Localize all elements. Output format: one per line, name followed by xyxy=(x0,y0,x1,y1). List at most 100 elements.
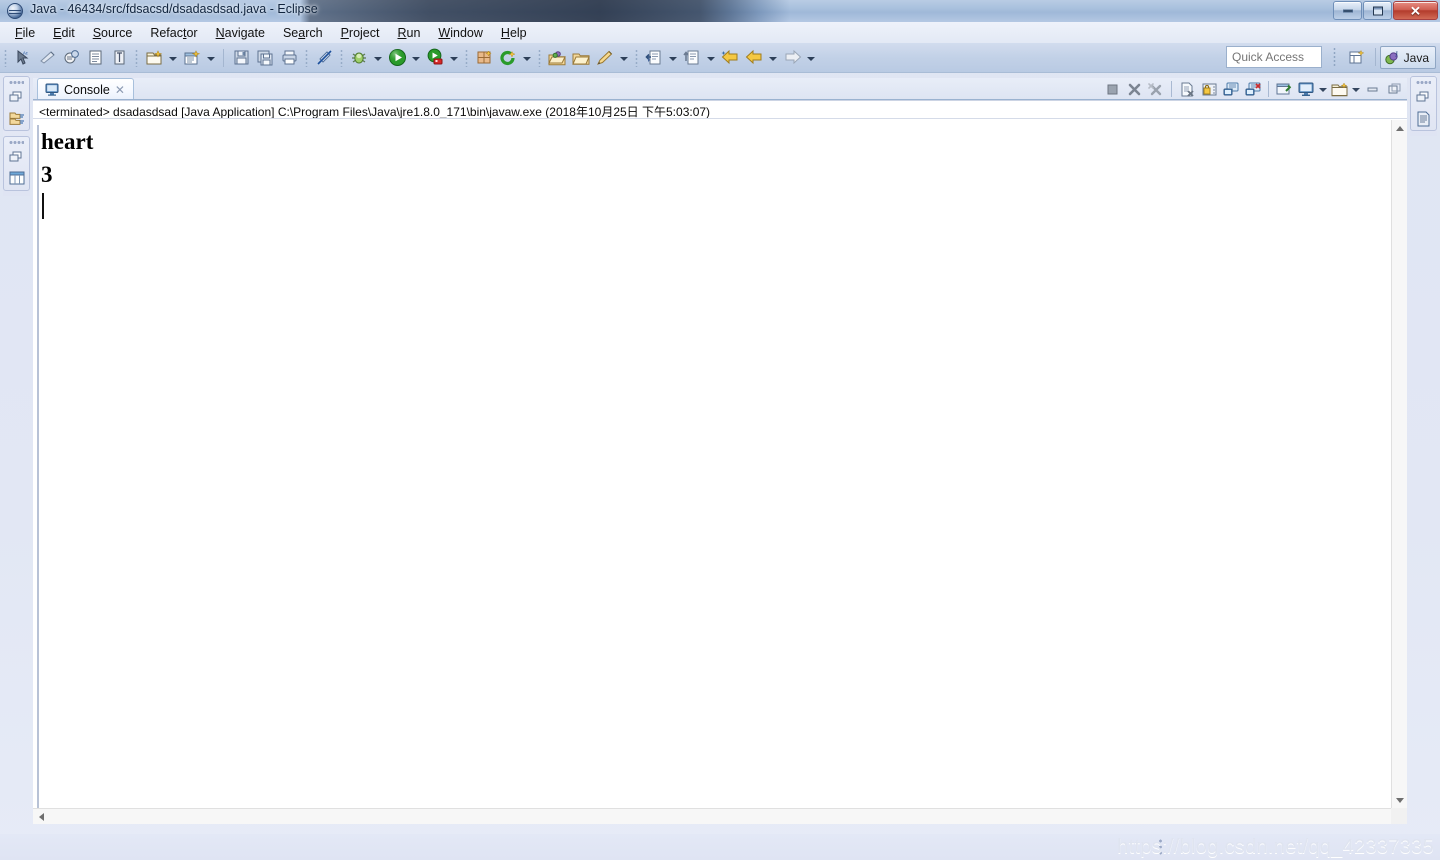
toggle-block-selection-icon[interactable] xyxy=(84,47,106,69)
restore-icon[interactable] xyxy=(8,89,25,106)
next-annotation-dropdown-arrow[interactable] xyxy=(666,47,678,69)
run-icon[interactable] xyxy=(386,47,408,69)
tab-console-close-icon[interactable]: ✕ xyxy=(115,84,125,96)
maximize-button[interactable] xyxy=(1363,1,1392,20)
tab-console[interactable]: Console ✕ xyxy=(37,78,134,100)
clear-console-icon[interactable] xyxy=(1176,79,1198,99)
pencil-dropdown-arrow[interactable] xyxy=(617,47,629,69)
new-java-package-icon[interactable] xyxy=(181,47,203,69)
toolbar-grip-2[interactable] xyxy=(135,48,138,67)
console-output-area[interactable]: heart 3 xyxy=(33,120,1391,808)
display-console-dropdown-arrow[interactable] xyxy=(1317,79,1328,99)
debug-dropdown-arrow[interactable] xyxy=(371,47,383,69)
show-console-on-output-icon[interactable] xyxy=(1220,79,1242,99)
remove-launch-icon[interactable] xyxy=(1123,79,1145,99)
show-whitespace-icon[interactable] xyxy=(108,47,130,69)
open-task-icon[interactable] xyxy=(60,47,82,69)
console-vertical-scrollbar[interactable] xyxy=(1391,120,1407,808)
minimize-view-icon[interactable] xyxy=(1361,79,1383,99)
no-annotations-icon[interactable] xyxy=(313,47,335,69)
quick-access-input[interactable] xyxy=(1226,46,1322,68)
group-grip-dots[interactable] xyxy=(9,80,24,85)
toolbar-grip-7[interactable] xyxy=(635,48,638,67)
toolbar-grip-4[interactable] xyxy=(340,48,343,67)
save-all-icon[interactable] xyxy=(254,47,276,69)
coverage-dropdown-arrow[interactable] xyxy=(520,47,532,69)
display-selected-console-icon[interactable] xyxy=(1295,79,1317,99)
restore-group-2[interactable] xyxy=(3,136,30,191)
maximize-view-icon[interactable] xyxy=(1383,79,1405,99)
toolbar-grip-3[interactable] xyxy=(305,48,308,67)
show-console-on-error-icon[interactable] xyxy=(1242,79,1264,99)
console-horizontal-scrollbar[interactable] xyxy=(33,808,1391,824)
menu-source[interactable]: Source xyxy=(84,24,142,42)
open-perspective-icon[interactable] xyxy=(1346,47,1368,68)
open-type-icon[interactable] xyxy=(546,47,568,69)
previous-annotation-dropdown-arrow[interactable] xyxy=(704,47,716,69)
menu-search[interactable]: Search xyxy=(274,24,332,42)
run-external-tools-icon[interactable] xyxy=(424,47,446,69)
remove-all-terminated-icon[interactable] xyxy=(1145,79,1167,99)
scroll-lock-icon[interactable] xyxy=(1198,79,1220,99)
new-wizard-dropdown-arrow[interactable] xyxy=(166,47,178,69)
open-console-icon[interactable] xyxy=(1328,79,1350,99)
coverage-icon[interactable] xyxy=(497,47,519,69)
close-button[interactable]: ✕ xyxy=(1393,1,1438,20)
restore-icon-2[interactable] xyxy=(8,149,25,166)
open-console-dropdown-arrow[interactable] xyxy=(1350,79,1361,99)
restore-group-1[interactable] xyxy=(3,76,30,131)
menu-file[interactable]: File xyxy=(6,24,44,42)
console-view: Console ✕ <terminated> dsadasdsad [Java … xyxy=(33,78,1407,824)
toolbar-grip-5[interactable] xyxy=(465,48,468,67)
toolbar-grip-6[interactable] xyxy=(538,48,541,67)
save-icon[interactable] xyxy=(230,47,252,69)
left-fast-view-bar xyxy=(3,76,30,196)
scroll-left-arrow[interactable] xyxy=(33,809,49,825)
outline-view-icon[interactable] xyxy=(8,170,25,187)
group-grip-dots-3[interactable] xyxy=(1416,80,1431,85)
open-task-folder-icon[interactable] xyxy=(570,47,592,69)
restore-group-3[interactable] xyxy=(1410,76,1437,131)
forward-history-icon[interactable] xyxy=(781,47,803,69)
skip-all-breakpoints-icon[interactable] xyxy=(36,47,58,69)
pin-console-icon[interactable] xyxy=(1273,79,1295,99)
menu-run[interactable]: Run xyxy=(388,24,429,42)
back-history-sparkle-icon[interactable] xyxy=(719,47,741,69)
window-title: Java - 46434/src/fdsacsd/dsadasdsad.java… xyxy=(30,2,318,16)
group-grip-dots-2[interactable] xyxy=(9,140,24,145)
menu-window[interactable]: Window xyxy=(429,24,491,42)
menu-help[interactable]: Help xyxy=(492,24,536,42)
new-wizard-icon[interactable] xyxy=(143,47,165,69)
perspective-java-button[interactable]: J Java xyxy=(1379,46,1436,69)
run-dropdown-arrow[interactable] xyxy=(409,47,421,69)
perspective-grip[interactable] xyxy=(1333,47,1336,67)
menu-project[interactable]: Project xyxy=(332,24,389,42)
menu-edit[interactable]: Edit xyxy=(44,24,84,42)
back-history-icon[interactable] xyxy=(743,47,765,69)
toolbar-grip[interactable] xyxy=(4,48,7,67)
scroll-down-arrow[interactable] xyxy=(1392,792,1408,808)
pencil-edit-icon[interactable] xyxy=(594,47,616,69)
menu-navigate[interactable]: Navigate xyxy=(207,24,274,42)
forward-dropdown-arrow[interactable] xyxy=(804,47,816,69)
toggle-mark-occurrences-icon[interactable]: ᴬᶜ xyxy=(12,47,34,69)
terminate-icon[interactable] xyxy=(1101,79,1123,99)
previous-annotation-icon[interactable] xyxy=(681,47,703,69)
package-explorer-icon[interactable] xyxy=(8,110,25,127)
next-annotation-icon[interactable] xyxy=(643,47,665,69)
minimize-button[interactable] xyxy=(1333,1,1362,20)
scroll-up-arrow[interactable] xyxy=(1392,120,1408,136)
debug-icon[interactable] xyxy=(348,47,370,69)
console-output-line-2: 3 xyxy=(41,162,53,187)
new-java-package-dropdown-arrow[interactable] xyxy=(204,47,216,69)
restore-icon-3[interactable] xyxy=(1415,89,1432,106)
back-dropdown-arrow[interactable] xyxy=(766,47,778,69)
java-perspective-icon: J xyxy=(1384,50,1398,64)
external-tools-dropdown-arrow[interactable] xyxy=(447,47,459,69)
new-java-project-icon[interactable] xyxy=(473,47,495,69)
menu-refactor[interactable]: Refactor xyxy=(141,24,206,42)
console-process-line: <terminated> dsadasdsad [Java Applicatio… xyxy=(33,100,1407,119)
view-toolbar-separator-1 xyxy=(1171,81,1172,97)
task-list-icon[interactable] xyxy=(1415,110,1432,127)
print-icon[interactable] xyxy=(278,47,300,69)
